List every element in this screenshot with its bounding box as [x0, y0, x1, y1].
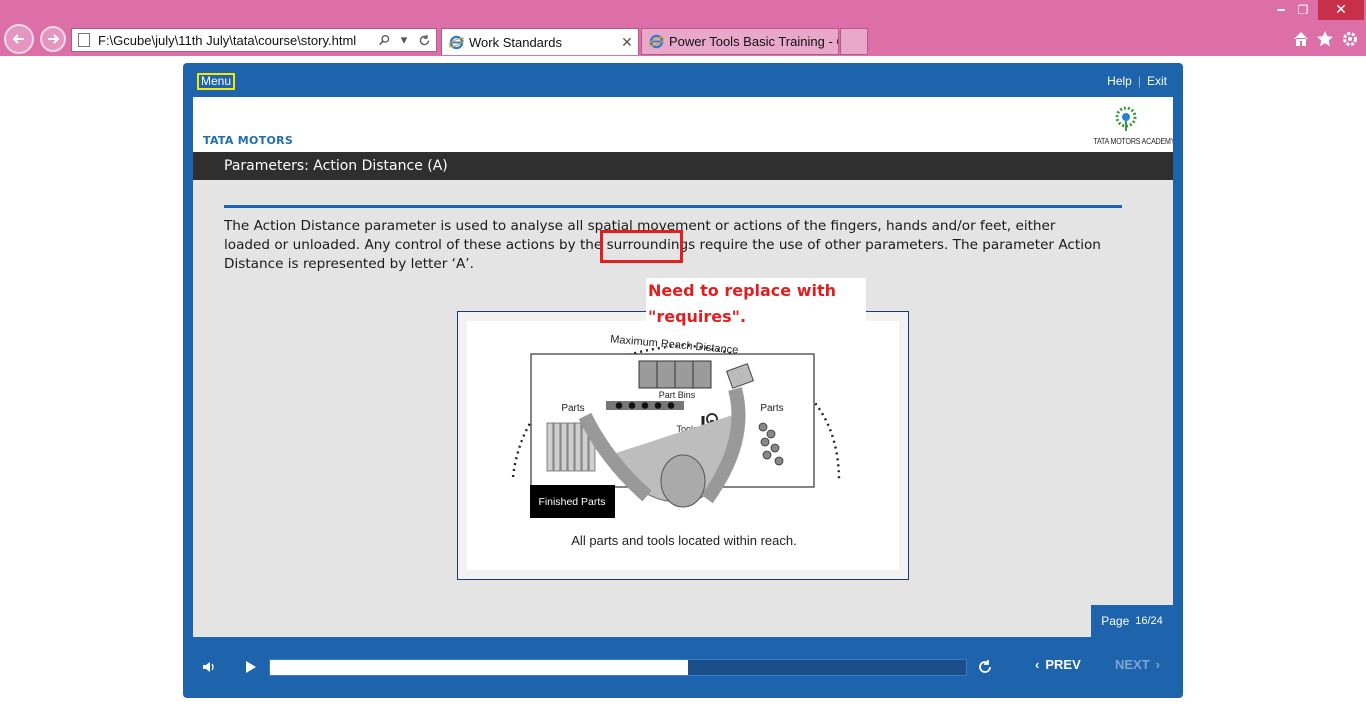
- diagram-caption: All parts and tools located within reach…: [571, 533, 796, 548]
- close-tab-icon[interactable]: ✕: [620, 34, 634, 51]
- new-tab-button[interactable]: [840, 28, 868, 55]
- forward-button[interactable]: [40, 26, 66, 52]
- workstation-illustration: Maximum Reach Distance Part Bins Parts P…: [511, 333, 841, 548]
- page-indicator: Page 16/24: [1091, 605, 1173, 637]
- parts-right-label: Parts: [760, 403, 783, 414]
- browser-chrome: F:\Gcube\july\11th July\tata\course\stor…: [0, 0, 1366, 56]
- chevron-right-icon: ›: [1155, 657, 1161, 672]
- tab-label: Power Tools Basic Training - C...: [669, 34, 838, 49]
- arc-label: Maximum Reach Distance: [610, 333, 739, 356]
- home-icon[interactable]: [1291, 29, 1311, 49]
- search-icon[interactable]: [376, 32, 392, 48]
- bins-label: Part Bins: [659, 390, 696, 400]
- page-label: Page: [1101, 614, 1130, 628]
- tata-motors-academy-logo: TATA MOTORS ACADEMY: [1089, 105, 1173, 146]
- address-bar[interactable]: F:\Gcube\july\11th July\tata\course\stor…: [71, 28, 437, 52]
- tab-power-tools[interactable]: Power Tools Basic Training - C...: [641, 28, 839, 55]
- parts-left-label: Parts: [561, 403, 584, 414]
- favorites-star-icon[interactable]: [1315, 29, 1335, 49]
- prev-label: PREV: [1045, 657, 1081, 672]
- finished-parts-label: Finished Parts: [538, 496, 605, 508]
- address-text[interactable]: F:\Gcube\july\11th July\tata\course\stor…: [98, 33, 376, 48]
- refresh-icon[interactable]: [416, 32, 432, 48]
- next-button[interactable]: NEXT ›: [1115, 657, 1160, 672]
- progress-bar[interactable]: [269, 659, 967, 676]
- replay-icon[interactable]: [975, 657, 995, 677]
- chevron-left-icon: ‹: [1035, 657, 1040, 672]
- arrow-left-icon: [12, 34, 24, 44]
- progress-fill: [270, 660, 688, 675]
- tree-icon: [1115, 106, 1137, 131]
- highlight-box: [600, 230, 683, 263]
- close-window-button[interactable]: ✕: [1318, 0, 1364, 20]
- back-button[interactable]: [4, 24, 34, 54]
- menu-button[interactable]: Menu: [197, 73, 236, 90]
- page-number: 16/24: [1135, 615, 1163, 627]
- restore-button[interactable]: ❐: [1290, 0, 1316, 20]
- slide-header: TATA MOTORS TATA MOTORS ACADEMY: [193, 97, 1173, 152]
- slide-content: TATA MOTORS TATA MOTORS ACADEMY Paramete…: [193, 97, 1173, 637]
- tata-motors-logo: TATA MOTORS: [203, 134, 294, 147]
- separator: |: [1137, 74, 1141, 88]
- tab-label: Work Standards: [469, 34, 562, 50]
- course-player: Menu Help | Exit TATA MOTORS TATA MOTORS…: [183, 63, 1183, 698]
- diagram-frame: Maximum Reach Distance Part Bins Parts P…: [457, 311, 909, 580]
- settings-gear-icon[interactable]: [1340, 29, 1360, 49]
- help-link[interactable]: Help: [1107, 74, 1132, 88]
- prev-button[interactable]: ‹ PREV: [1035, 657, 1081, 672]
- title-rule: [224, 205, 1122, 208]
- academy-label: TATA MOTORS ACADEMY: [1093, 137, 1173, 146]
- tab-work-standards[interactable]: Work Standards ✕: [441, 28, 639, 55]
- page-icon: [78, 33, 90, 47]
- slide-title: Parameters: Action Distance (A): [193, 152, 1173, 180]
- callout-note: Need to replace with "requires".: [646, 278, 866, 333]
- ie-icon: [448, 34, 464, 50]
- player-controls: ‹ PREV NEXT ›: [183, 647, 1183, 687]
- top-links: Help | Exit: [1107, 74, 1167, 88]
- work-area-diagram: Maximum Reach Distance Part Bins Parts P…: [467, 321, 899, 570]
- arrow-right-icon: [48, 34, 60, 44]
- next-label: NEXT: [1115, 657, 1150, 672]
- exit-link[interactable]: Exit: [1147, 74, 1167, 88]
- dropdown-icon[interactable]: ▾: [396, 32, 412, 48]
- ie-icon: [648, 34, 664, 50]
- play-icon[interactable]: [240, 657, 260, 677]
- volume-icon[interactable]: [199, 657, 219, 677]
